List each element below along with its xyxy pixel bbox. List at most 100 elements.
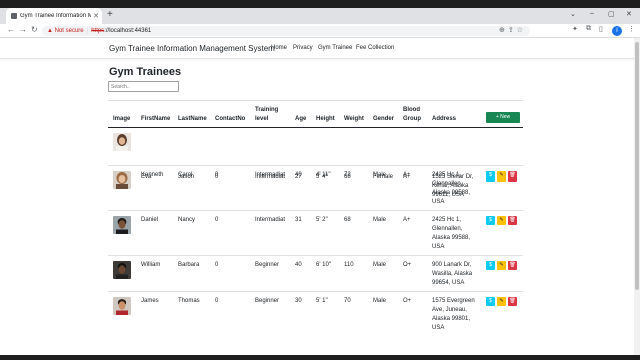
delete-button[interactable]: 🗑 <box>508 216 517 225</box>
profile-avatar[interactable]: I <box>612 26 622 36</box>
cell-age: 30 <box>295 298 302 304</box>
cell-contactno: 0 <box>215 298 219 304</box>
edit-button[interactable]: ✎ <box>497 261 506 270</box>
delete-button[interactable]: 🗑 <box>508 297 517 306</box>
cell-gender: Male <box>373 172 387 178</box>
site-navbar: Gym Trainee Information Management Syste… <box>0 38 640 59</box>
table-header-border <box>108 127 523 128</box>
trainee-photo <box>113 216 131 234</box>
taskbar-strip <box>0 355 640 360</box>
header-gender: Gender <box>373 116 395 122</box>
tab-search-icon[interactable]: ⌄ <box>570 10 576 18</box>
header-weight: Weight <box>344 116 364 122</box>
pay-fee-button[interactable]: $ <box>486 171 495 180</box>
edit-button[interactable]: ✎ <box>497 171 506 180</box>
minimize-button[interactable]: – <box>590 10 594 17</box>
edit-button[interactable]: ✎ <box>497 297 506 306</box>
cell-training-level: Beginner <box>255 262 280 268</box>
share-icon[interactable]: ⇪ <box>508 27 517 34</box>
search-input[interactable] <box>108 81 179 92</box>
maximize-button[interactable]: ▢ <box>608 10 615 18</box>
cell-gender: Male <box>373 298 387 304</box>
url-scheme: https <box>91 28 105 34</box>
cell-height: 5' 1'' <box>316 298 328 304</box>
close-window-button[interactable]: ✕ <box>626 10 632 18</box>
cell-height: 5' 2'' <box>316 217 328 223</box>
row-divider <box>108 255 523 256</box>
cell-training-level: Beginner <box>255 298 280 304</box>
header-firstname: FirstName <box>141 116 171 122</box>
cell-lastname: Nancy <box>178 217 196 223</box>
cell-blood-group: O+ <box>403 298 412 304</box>
back-icon[interactable]: ← <box>7 25 15 34</box>
forward-icon[interactable]: → <box>19 25 27 34</box>
site-brand[interactable]: Gym Trainee Information Management Syste… <box>109 44 275 53</box>
cell-blood-group: O+ <box>403 262 412 268</box>
pay-fee-button[interactable]: $ <box>486 216 495 225</box>
favicon-icon <box>11 13 17 19</box>
trainee-photo <box>113 261 131 279</box>
cell-firstname: Daniel <box>141 217 159 223</box>
cell-contactno: 0 <box>215 262 219 268</box>
cell-lastname: Carol <box>178 172 193 178</box>
extensions-puzzle-icon[interactable]: ⧉ <box>586 25 591 33</box>
bookmark-star-icon[interactable]: ☆ <box>517 27 526 34</box>
zoom-icon[interactable]: ⊕ <box>499 27 508 34</box>
pay-fee-button[interactable]: $ <box>486 297 495 306</box>
menu-kebab-icon[interactable]: ⋮ <box>628 25 635 33</box>
cell-weight: 72 <box>344 172 351 178</box>
table-top-border <box>108 100 523 101</box>
nav-link-fee-collection[interactable]: Fee Collection <box>356 45 394 51</box>
delete-button[interactable]: 🗑 <box>508 261 517 270</box>
nav-link-home[interactable]: Home <box>271 45 287 51</box>
header-contactno: ContactNo <box>215 116 246 122</box>
cell-address: 2425 Hc 1, Glennallen, Alaska 99588, USA <box>432 172 471 205</box>
edit-button[interactable]: ✎ <box>497 216 506 225</box>
reload-icon[interactable]: ↻ <box>31 25 38 34</box>
extension-icon[interactable]: ✦ <box>572 25 578 33</box>
omnibox[interactable]: ▲ Not secure | https://localhost:44361 ⊕⇪☆ <box>42 26 530 36</box>
header-blood: Blood <box>403 107 420 113</box>
not-secure-label: Not secure <box>54 28 84 34</box>
cell-firstname: William <box>141 262 161 268</box>
header-age: Age <box>295 116 307 122</box>
trainee-photo <box>113 297 131 315</box>
new-tab-button[interactable]: + <box>107 9 113 20</box>
nav-link-privacy[interactable]: Privacy <box>293 45 313 51</box>
browser-window: Gym Trainee Information Manag... ✕ + ⌄ –… <box>0 0 640 360</box>
scrollbar-thumb[interactable] <box>635 42 639 290</box>
header-height: Height <box>316 116 335 122</box>
cell-weight: 70 <box>344 298 351 304</box>
header-image: Image <box>113 116 131 122</box>
cell-firstname: James <box>141 298 159 304</box>
side-panel-icon[interactable]: ▯ <box>599 25 603 33</box>
row-divider <box>108 210 523 211</box>
new-trainee-button[interactable]: + New <box>486 112 520 123</box>
header-training: Training <box>255 107 279 113</box>
tab-title: Gym Trainee Information Manag... <box>20 13 92 19</box>
warning-icon: ▲ <box>47 28 53 34</box>
cell-address: 1575 Evergreen Ave, Juneau, Alaska 99801, U… <box>432 298 475 331</box>
cell-lastname: Thomas <box>178 298 200 304</box>
cell-age: 31 <box>295 217 302 223</box>
header-lastname: LastName <box>178 116 207 122</box>
cell-address: 900 Lanark Dr, Wasilla, Alaska 99654, USA <box>432 262 473 286</box>
cell-blood-group: A+ <box>403 172 411 178</box>
row-divider <box>108 165 523 166</box>
omnibox-actions: ⊕⇪☆ <box>499 26 526 36</box>
pay-fee-button[interactable]: $ <box>486 261 495 270</box>
cell-weight: 68 <box>344 217 351 223</box>
header-address: Address <box>432 116 457 122</box>
page-scrollbar[interactable] <box>634 38 640 355</box>
header-group: Group <box>403 116 421 122</box>
address-toolbar: ← → ↻ ▲ Not secure | https://localhost:443… <box>0 24 640 38</box>
tab-strip: Gym Trainee Information Manag... ✕ + ⌄ –… <box>0 8 640 24</box>
tab-close-icon[interactable]: ✕ <box>93 12 99 20</box>
browser-tab[interactable]: Gym Trainee Information Manag... ✕ <box>6 8 102 24</box>
cell-address: 2425 Hc 1, Glennallen, Alaska 99588, USA <box>432 217 471 250</box>
cell-age: 40 <box>295 262 302 268</box>
page-viewport: Gym Trainee Information Management Syste… <box>0 38 640 355</box>
nav-link-gym-trainee[interactable]: Gym Trainee <box>318 45 352 51</box>
delete-button[interactable]: 🗑 <box>508 171 517 180</box>
cell-training-level: Intermadiat <box>255 217 286 223</box>
